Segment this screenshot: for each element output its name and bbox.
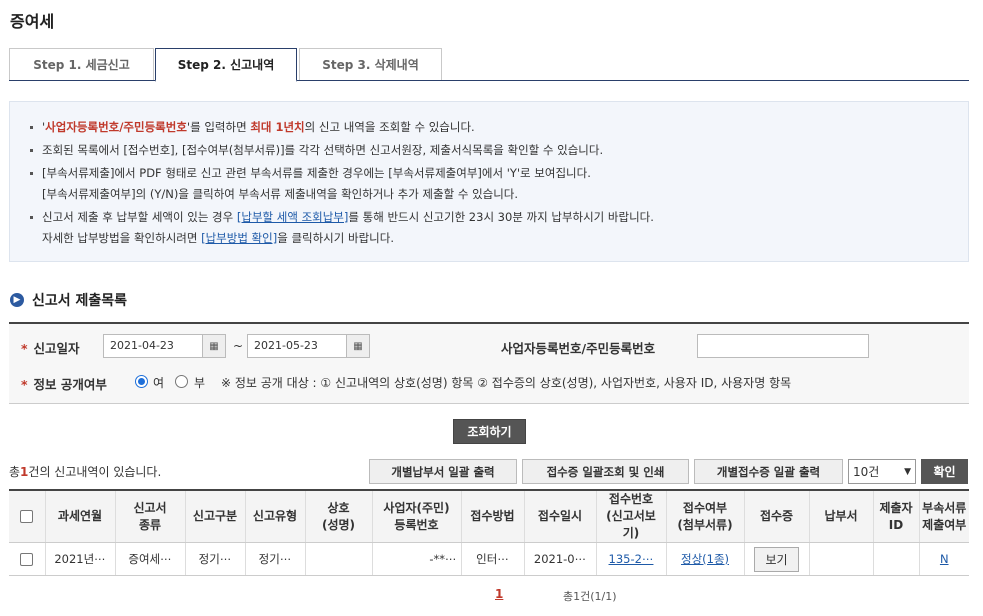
category-cell: 정기⋯ xyxy=(184,542,245,576)
column-header: 신고구분 xyxy=(184,489,245,543)
column-header: 접수증 xyxy=(743,489,809,543)
datetime-cell: 2021-0⋯ xyxy=(523,542,596,576)
column-header: 제출자 ID xyxy=(872,489,919,543)
result-count: 총1건의 신고내역이 있습니다. xyxy=(9,465,162,479)
step-tabs: Step 1. 세금신고 Step 2. 신고내역 Step 3. 삭제내역 xyxy=(9,48,969,82)
period-cell: 2021년⋯ xyxy=(44,542,115,576)
name-cell xyxy=(304,542,372,576)
column-header: 사업자(주민) 등록번호 xyxy=(371,489,461,543)
section-title: ▶ 신고서 제출목록 xyxy=(10,290,127,310)
method-cell: 인터⋯ xyxy=(460,542,524,576)
column-header: 접수번호 (신고서보기) xyxy=(595,489,666,543)
notice-box: '사업자등록번호/주민등록번호'를 입력하면 최대 1년치의 신고 내역을 조회… xyxy=(9,101,969,262)
date-label: * 신고일자 xyxy=(21,341,80,356)
page-title: 증여세 xyxy=(10,12,55,31)
column-header: 납부서 xyxy=(808,489,873,543)
column-header: 접수여부 (첨부서류) xyxy=(665,489,744,543)
column-header: 부속서류 제출여부 xyxy=(918,489,969,543)
select-all-checkbox[interactable] xyxy=(20,510,34,523)
notice-item-4: 신고서 제출 후 납부할 세액이 있는 경우 [납부할 세액 조회납부]를 통해… xyxy=(30,207,948,249)
attached-cell: N xyxy=(918,542,969,576)
disclosure-note: ※ 정보 공개 대상 : ① 신고내역의 상호(성명) 항목 ② 접수증의 상호… xyxy=(221,376,792,390)
report-table: 과세연월 신고서 종류 신고구분 신고유형 상호 (성명) 사업자(주민) 등록… xyxy=(9,489,969,576)
column-header: 과세연월 xyxy=(44,489,115,543)
notice-item-3: [부속서류제출]에서 PDF 형태로 신고 관련 부속서류를 제출한 경우에는 … xyxy=(30,163,948,205)
receipt-number-cell: 135-2⋯ xyxy=(595,542,666,576)
notice-item-2: 조회된 목록에서 [접수번호], [접수여부(첨부서류)]를 각각 선택하면 신… xyxy=(30,140,948,161)
tab-step-2[interactable]: Step 2. 신고내역 xyxy=(155,48,297,82)
calendar-icon[interactable]: ▦ xyxy=(346,334,370,358)
tab-step-3[interactable]: Step 3. 삭제내역 xyxy=(299,48,442,80)
bulk-payment-print-button[interactable]: 개별납부서 일괄 출력 xyxy=(369,459,517,484)
form-cell: 증여세⋯ xyxy=(114,542,185,576)
column-header: 신고서 종류 xyxy=(114,489,185,543)
date-to-input[interactable]: 2021-05-23 xyxy=(247,334,354,358)
date-from-input[interactable]: 2021-04-23 xyxy=(103,334,210,358)
id-number-input[interactable] xyxy=(697,334,869,358)
status-cell: 정상(1종) xyxy=(665,542,744,576)
tax-payment-link[interactable]: [납부할 세액 조회납부] xyxy=(237,210,349,224)
arrow-right-icon: ▶ xyxy=(10,293,24,307)
row-checkbox-cell xyxy=(9,542,45,576)
payment-cell xyxy=(808,542,873,576)
disclosure-no-label: 부 xyxy=(194,376,206,390)
tab-step-1[interactable]: Step 1. 세금신고 xyxy=(9,48,154,80)
disclosure-yes-radio[interactable] xyxy=(135,375,148,388)
column-header: 상호 (성명) xyxy=(304,489,372,543)
disclosure-label: * 정보 공개여부 xyxy=(21,377,107,392)
page-size-select[interactable]: 10건 ▼ xyxy=(848,459,916,484)
date-separator: ~ xyxy=(233,339,244,353)
bulk-receipt-print-button[interactable]: 접수증 일괄조회 및 인쇄 xyxy=(522,459,689,484)
disclosure-no-radio[interactable] xyxy=(175,375,188,388)
column-header: 신고유형 xyxy=(244,489,305,543)
payment-method-link[interactable]: [납부방법 확인] xyxy=(201,231,277,245)
status-link[interactable]: 정상(1종) xyxy=(681,552,729,566)
column-header: 접수방법 xyxy=(460,489,524,543)
table-row: 2021년⋯ 증여세⋯ 정기⋯ 정기⋯ -**⋯ 인터⋯ 2021-0⋯ 135… xyxy=(9,542,969,576)
receipt-number-link[interactable]: 135-2⋯ xyxy=(609,552,654,566)
row-checkbox[interactable] xyxy=(20,553,34,566)
submitter-cell xyxy=(872,542,919,576)
view-receipt-button[interactable]: 보기 xyxy=(754,546,799,572)
calendar-icon[interactable]: ▦ xyxy=(202,334,226,358)
receipt-cell: 보기 xyxy=(743,542,809,576)
type-cell: 정기⋯ xyxy=(244,542,305,576)
disclosure-yes-label: 여 xyxy=(153,376,165,390)
search-button[interactable]: 조회하기 xyxy=(453,419,526,444)
table-header-row: 과세연월 신고서 종류 신고구분 신고유형 상호 (성명) 사업자(주민) 등록… xyxy=(9,489,969,543)
individual-receipt-print-button[interactable]: 개별접수증 일괄 출력 xyxy=(694,459,843,484)
notice-item-1: '사업자등록번호/주민등록번호'를 입력하면 최대 1년치의 신고 내역을 조회… xyxy=(30,117,948,138)
column-header: 접수일시 xyxy=(523,489,596,543)
notice-highlight: 사업자등록번호/주민등록번호 xyxy=(45,120,187,134)
id-label: 사업자등록번호/주민등록번호 xyxy=(501,341,656,356)
page-link-current[interactable]: 1 xyxy=(495,587,503,601)
chevron-down-icon: ▼ xyxy=(904,466,911,477)
select-all-header xyxy=(9,489,45,543)
reg-no-cell: -**⋯ xyxy=(371,542,461,576)
search-form: * 신고일자 2021-04-23 ▦ ~ 2021-05-23 ▦ 사업자등록번… xyxy=(9,322,969,404)
attached-docs-link[interactable]: N xyxy=(940,552,949,566)
confirm-button[interactable]: 확인 xyxy=(921,459,968,484)
pagination-total: 총1건(1/1) xyxy=(563,590,617,603)
